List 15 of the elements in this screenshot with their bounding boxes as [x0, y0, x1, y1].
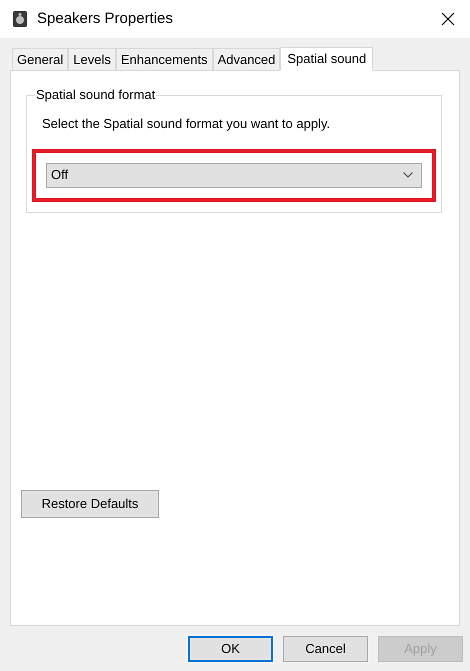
window-title: Speakers Properties	[37, 8, 173, 29]
tab[interactable]: Levels	[68, 48, 116, 70]
tab[interactable]: Enhancements	[116, 48, 213, 70]
tab[interactable]: General	[12, 48, 68, 70]
restore-defaults-button[interactable]: Restore Defaults	[21, 490, 159, 518]
description-text: Select the Spatial sound format you want to apply.	[42, 115, 332, 133]
close-button[interactable]	[440, 11, 456, 27]
close-icon	[441, 12, 455, 26]
tab[interactable]: Spatial sound	[280, 47, 374, 71]
chevron-down-icon	[403, 172, 413, 178]
speaker-icon	[12, 10, 28, 28]
dialog-button[interactable]: Cancel	[283, 636, 368, 662]
format-dropdown[interactable]: Off	[46, 162, 422, 188]
tab[interactable]: Advanced	[212, 48, 280, 70]
dialog-button[interactable]: OK	[188, 636, 273, 662]
